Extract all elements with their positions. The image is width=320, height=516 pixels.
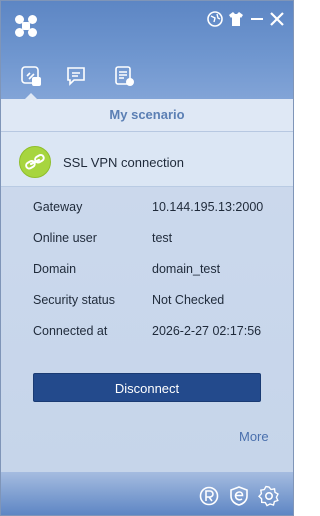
scenario-content: SSL VPN connection Gateway 10.144.195.13… (1, 132, 293, 472)
detail-label: Online user (33, 231, 97, 245)
settings-icon[interactable] (258, 485, 280, 507)
minimize-icon[interactable] (248, 10, 266, 28)
detail-label: Domain (33, 262, 77, 276)
detail-row-connected-at: Connected at 2026-2-27 02:17:56 (1, 324, 293, 344)
scenario-title: My scenario (1, 99, 293, 132)
detail-row-online-user: Online user test (1, 231, 293, 251)
more-link[interactable]: More (239, 429, 269, 444)
connection-title: SSL VPN connection (63, 155, 184, 170)
shirt-icon[interactable] (227, 10, 245, 28)
detail-label: Connected at (33, 324, 108, 338)
detail-value: domain_test (152, 262, 221, 276)
tab-log-icon[interactable] (113, 65, 135, 87)
connection-header[interactable]: SSL VPN connection (1, 132, 293, 187)
registered-icon[interactable] (198, 485, 220, 507)
detail-label: Security status (33, 293, 115, 307)
link-icon (25, 154, 45, 170)
app-logo (15, 15, 37, 37)
detail-row-domain: Domain domain_test (1, 262, 293, 282)
detail-value: 10.144.195.13:2000 (152, 200, 264, 214)
detail-value: test (152, 231, 173, 245)
edge-icon[interactable] (228, 485, 250, 507)
disconnect-button[interactable]: Disconnect (33, 373, 261, 402)
tab-message-icon[interactable] (65, 65, 87, 87)
connection-status-badge (19, 146, 51, 178)
detail-value: 2026-2-27 02:17:56 (152, 324, 262, 338)
tab-scenario-icon[interactable] (20, 65, 42, 87)
header (1, 1, 293, 99)
globe-icon[interactable] (206, 10, 224, 28)
detail-value: Not Checked (152, 293, 225, 307)
detail-row-gateway: Gateway 10.144.195.13:2000 (1, 200, 293, 220)
close-icon[interactable] (268, 10, 286, 28)
vpn-client-window: My scenario SSL VPN connection Gateway 1… (0, 0, 294, 516)
footer (1, 472, 293, 515)
detail-row-security-status: Security status Not Checked (1, 293, 293, 313)
detail-label: Gateway (33, 200, 83, 214)
